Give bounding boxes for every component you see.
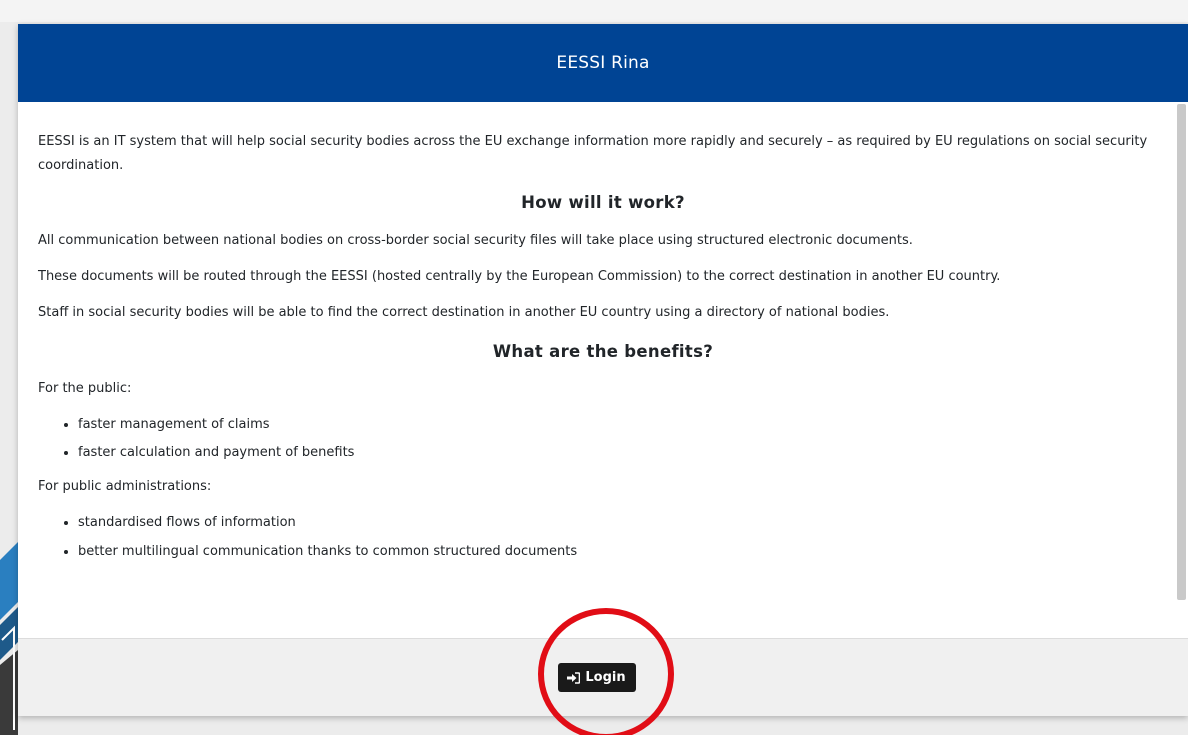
modal-footer: Login [18, 638, 1188, 716]
how-it-works-heading: How will it work? [521, 193, 685, 213]
admin-benefits-list: standardised flows of information better… [38, 511, 1168, 563]
list-item: faster calculation and payment of benefi… [78, 441, 1168, 465]
modal-header: EESSI Rina [18, 24, 1188, 102]
benefits-heading: What are the benefits? [492, 341, 714, 361]
background-page-header [0, 0, 1188, 22]
modal-body[interactable]: EESSI is an IT system that will help soc… [18, 102, 1188, 638]
list-item: faster management of claims [78, 413, 1168, 437]
sign-in-icon [567, 671, 581, 684]
info-modal: EESSI Rina EESSI is an IT system that wi… [18, 24, 1188, 716]
for-admin-label: For public administrations: [38, 479, 212, 495]
for-public-label: For the public: [38, 381, 132, 397]
public-benefits-list: faster management of claims faster calcu… [38, 413, 1168, 465]
how-paragraph-3: Staff in social security bodies will be … [38, 304, 890, 320]
intro-text: EESSI is an IT system that will help soc… [38, 134, 1148, 174]
list-item: better multilingual communication thanks… [78, 540, 1168, 564]
login-button-label: Login [585, 670, 626, 685]
login-button[interactable]: Login [558, 663, 636, 692]
modal-scrollbar[interactable] [1177, 104, 1186, 600]
list-item: standardised flows of information [78, 511, 1168, 535]
how-paragraph-1: All communication between national bodie… [38, 232, 913, 248]
how-paragraph-2: These documents will be routed through t… [38, 268, 1001, 284]
modal-title: EESSI Rina [556, 53, 650, 73]
background-decoration [0, 540, 20, 735]
